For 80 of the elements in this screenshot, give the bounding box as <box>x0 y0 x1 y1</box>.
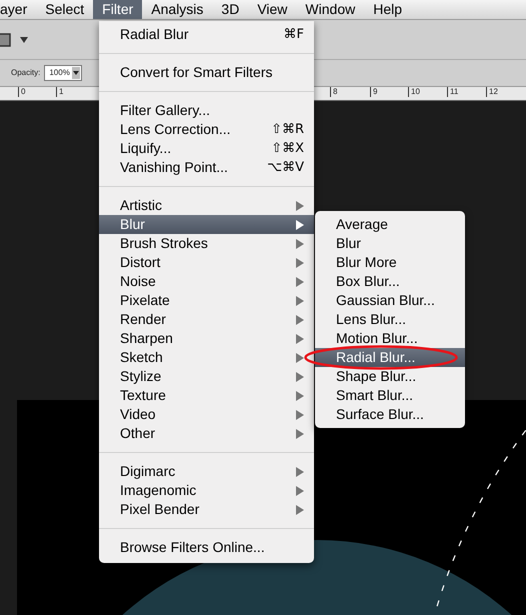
menu-item-label: Texture <box>120 386 166 405</box>
menu-bar-item[interactable]: ayer <box>0 0 36 19</box>
opacity-label: Opacity: <box>11 67 40 79</box>
menu-item-label: Sketch <box>120 348 163 367</box>
shortcut-label: ⌘F <box>284 26 304 44</box>
menu-item[interactable]: Texture <box>99 386 314 405</box>
menu-item[interactable]: Sketch <box>99 348 314 367</box>
menu-item-label: Distort <box>120 253 160 272</box>
menu-item[interactable]: Sharpen <box>99 329 314 348</box>
menu-item[interactable]: Motion Blur... <box>315 329 465 348</box>
menu-item-label: Artistic <box>120 196 162 215</box>
menu-bar-item[interactable]: Select <box>36 0 94 19</box>
menu-item[interactable]: Lens Blur... <box>315 310 465 329</box>
ruler-number: 0 <box>18 87 26 97</box>
ruler-number: 9 <box>370 87 378 97</box>
menu-bar-item[interactable]: Help <box>364 0 412 19</box>
menu-item[interactable]: Stylize <box>99 367 314 386</box>
menu-item-label: Noise <box>120 272 156 291</box>
menu-item-label: Browse Filters Online... <box>120 538 265 557</box>
ruler-number: 11 <box>447 87 458 97</box>
menu-item-label: Imagenomic <box>120 481 196 500</box>
shortcut-label: ⇧⌘R <box>271 120 304 139</box>
menu-item[interactable]: Blur <box>99 215 314 234</box>
menu-item[interactable]: Blur More <box>315 253 465 272</box>
menu-item-label: Liquify... <box>120 139 172 158</box>
menu-bar-item[interactable]: Filter <box>93 0 142 19</box>
menu-item-label: Pixelate <box>120 291 170 310</box>
ruler-number: 10 <box>408 87 420 97</box>
menu-item[interactable]: Artistic <box>99 196 314 215</box>
menu-item[interactable]: Radial Blur ⌘F <box>99 25 314 44</box>
menu-item[interactable]: Other <box>99 424 314 443</box>
menu-bar-item[interactable]: Window <box>296 0 364 19</box>
menu-item-label: Render <box>120 310 166 329</box>
menu-item[interactable]: Pixelate <box>99 291 314 310</box>
menu-item-label: Vanishing Point... <box>120 158 228 177</box>
menu-item-label: Blur <box>120 215 145 234</box>
menu-item[interactable]: Box Blur... <box>315 272 465 291</box>
dropdown-caret-icon[interactable] <box>72 67 80 79</box>
menu-item-label: Radial Blur <box>120 25 188 44</box>
menu-item[interactable]: Brush Strokes <box>99 234 314 253</box>
menu-item[interactable]: Lens Correction... ⇧⌘R <box>99 120 314 139</box>
caret-icon[interactable] <box>20 36 28 42</box>
menu-item[interactable]: Render <box>99 310 314 329</box>
menu-item[interactable]: Smart Blur... <box>315 386 465 405</box>
menu-item[interactable]: Gaussian Blur... <box>315 291 465 310</box>
menu-item[interactable]: Pixel Bender <box>99 500 314 519</box>
menu-item-label: Lens Correction... <box>120 120 230 139</box>
menu-item[interactable]: Liquify... ⇧⌘X <box>99 139 314 158</box>
menu-item[interactable]: Imagenomic <box>99 481 314 500</box>
menu-item[interactable]: Distort <box>99 253 314 272</box>
menu-bar-item[interactable]: Analysis <box>142 0 212 19</box>
menu-item-label: Sharpen <box>120 329 173 348</box>
menu-item[interactable]: Vanishing Point... ⌥⌘V <box>99 158 314 177</box>
shortcut-label: ⇧⌘X <box>271 140 304 158</box>
menu-item[interactable]: Convert for Smart Filters <box>99 63 314 82</box>
ruler-number: 1 <box>56 87 64 97</box>
menu-item[interactable]: Surface Blur... <box>315 405 465 424</box>
menu-item[interactable]: Browse Filters Online... <box>99 538 314 557</box>
ruler-number: 8 <box>330 87 338 97</box>
menu-item[interactable]: Blur <box>315 234 465 253</box>
menu-item-label: Stylize <box>120 367 162 386</box>
menu-bar-item[interactable]: View <box>248 0 296 19</box>
menu-item[interactable]: Shape Blur... <box>315 367 465 386</box>
menu-item-label: Digimarc <box>120 462 176 481</box>
menu-item[interactable]: Noise <box>99 272 314 291</box>
menu-bar-item[interactable]: 3D <box>212 0 248 19</box>
shortcut-label: ⌥⌘V <box>267 158 304 177</box>
menu-item-label: Filter Gallery... <box>120 101 210 120</box>
ruler-number: 12 <box>486 87 498 97</box>
menu-item[interactable]: Video <box>99 405 314 424</box>
menu-item-label: Pixel Bender <box>120 500 200 519</box>
menu-item[interactable]: Average <box>315 215 465 234</box>
menu-item-label: Convert for Smart Filters <box>120 63 272 82</box>
marquee-tool-icon[interactable] <box>0 32 12 46</box>
menu-item-label: Brush Strokes <box>120 234 208 253</box>
menu-item-label: Video <box>120 405 156 424</box>
opacity-field[interactable]: 100% <box>44 65 82 81</box>
menu-item[interactable]: Digimarc <box>99 462 314 481</box>
menu-item[interactable]: Filter Gallery... <box>99 101 314 120</box>
menu-item-label: Other <box>120 424 156 443</box>
